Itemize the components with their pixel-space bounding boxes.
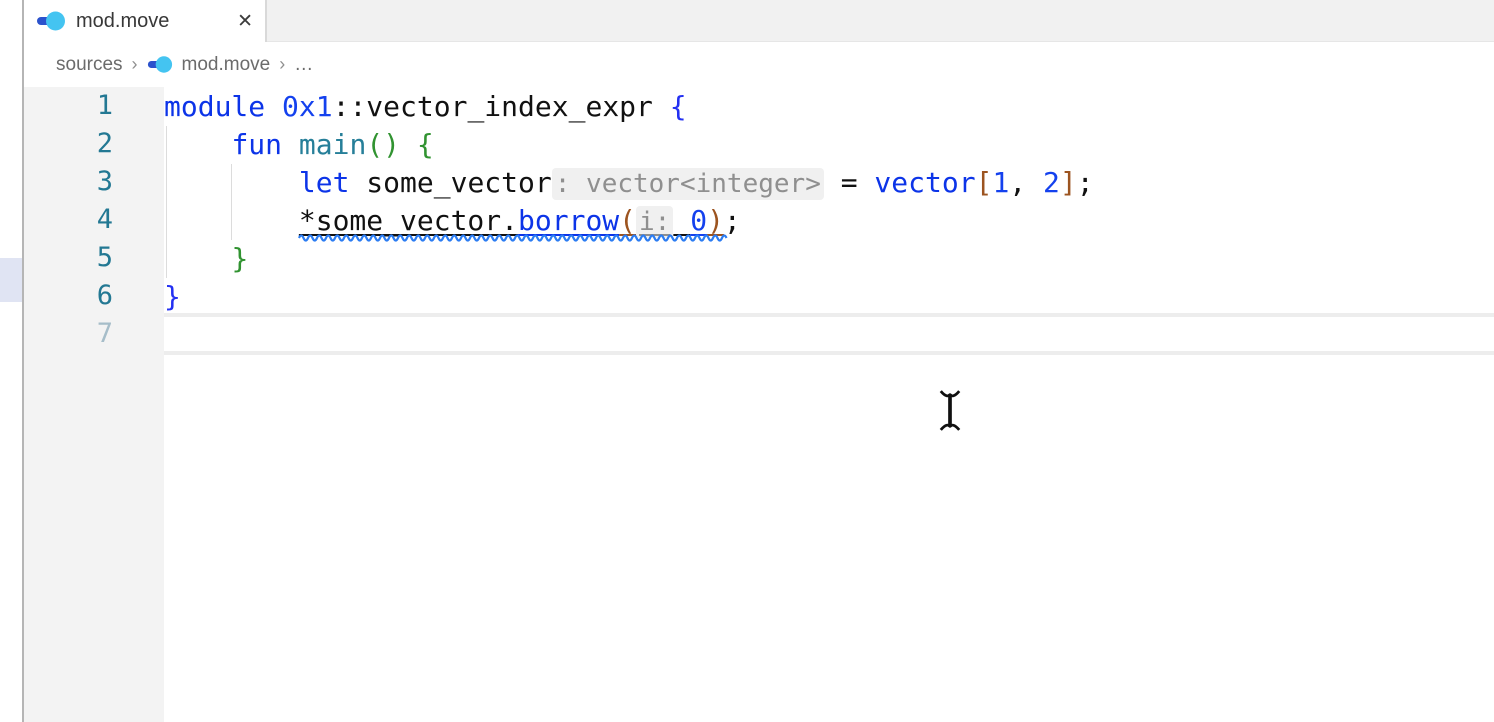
code-line[interactable]: module 0x1::vector_index_expr {	[164, 88, 1494, 126]
code-token: [	[976, 166, 993, 199]
code-line[interactable]: let some_vector: vector<integer> = vecto…	[164, 164, 1494, 202]
code-token: {	[417, 128, 434, 161]
code-token: ;	[1077, 166, 1094, 199]
code-token	[164, 242, 231, 275]
code-token: some_vector	[366, 166, 551, 199]
code-token: ]	[1060, 166, 1077, 199]
breadcrumb-item-sources[interactable]: sources	[56, 54, 123, 76]
code-token: vector	[874, 166, 975, 199]
left-edge-accent-block	[0, 258, 22, 302]
line-number[interactable]: 1	[24, 87, 164, 125]
chevron-right-icon: ›	[279, 54, 285, 75]
code-token: 0	[690, 204, 707, 237]
tab-bar: mod.move ✕	[24, 0, 1494, 42]
code-line[interactable]: fun main() {	[164, 126, 1494, 164]
breadcrumb-item-file[interactable]: mod.move	[182, 54, 271, 76]
diagnostic-squiggle	[299, 234, 723, 242]
breadcrumb: sources › mod.move › …	[24, 42, 1494, 87]
text-ibeam-cursor-pointer	[938, 387, 962, 434]
code-token	[673, 204, 690, 237]
code-token: 1	[992, 166, 1009, 199]
chevron-right-icon: ›	[132, 54, 138, 75]
move-language-icon	[36, 10, 66, 32]
code-token	[400, 128, 417, 161]
code-token: *some_vector.	[299, 204, 518, 237]
code-token: ,	[1009, 166, 1043, 199]
breadcrumb-item-symbol[interactable]: …	[294, 54, 313, 76]
code-token: borrow	[518, 204, 619, 237]
code-token: 0x1	[282, 90, 333, 123]
code-token	[164, 166, 299, 199]
code-token: ::vector_index_expr	[333, 90, 670, 123]
line-number[interactable]: 4	[24, 201, 164, 239]
code-token: : vector<integer>	[552, 168, 824, 200]
code-token: module	[164, 90, 282, 123]
code-token: }	[164, 280, 181, 313]
code-token: (	[619, 204, 636, 237]
code-token: =	[824, 166, 875, 199]
code-token: main	[299, 128, 366, 161]
line-number[interactable]: 5	[24, 239, 164, 277]
close-icon[interactable]: ✕	[237, 12, 253, 31]
code-token: }	[231, 242, 248, 275]
code-token: )	[707, 204, 724, 237]
tab-bar-empty-space	[267, 0, 1494, 42]
code-token: fun	[231, 128, 298, 161]
line-number[interactable]: 6	[24, 277, 164, 315]
line-number[interactable]: 2	[24, 125, 164, 163]
editor-code-area[interactable]: module 0x1::vector_index_expr { fun main…	[164, 88, 1494, 354]
code-line[interactable]	[164, 316, 1494, 354]
editor-gutter: 1234567	[24, 87, 164, 722]
code-token	[164, 204, 299, 237]
code-token: ;	[724, 204, 741, 237]
code-token: {	[670, 90, 687, 123]
window-left-edge	[0, 0, 24, 722]
line-number[interactable]: 7	[24, 315, 164, 353]
code-line[interactable]: }	[164, 240, 1494, 278]
move-language-icon	[147, 55, 173, 74]
tab-mod-move[interactable]: mod.move ✕	[24, 0, 267, 42]
line-number[interactable]: 3	[24, 163, 164, 201]
tab-label: mod.move	[76, 10, 169, 33]
code-token: let	[299, 166, 366, 199]
code-line[interactable]: }	[164, 278, 1494, 316]
code-token	[164, 128, 231, 161]
code-token: 2	[1043, 166, 1060, 199]
code-token: ()	[366, 128, 400, 161]
